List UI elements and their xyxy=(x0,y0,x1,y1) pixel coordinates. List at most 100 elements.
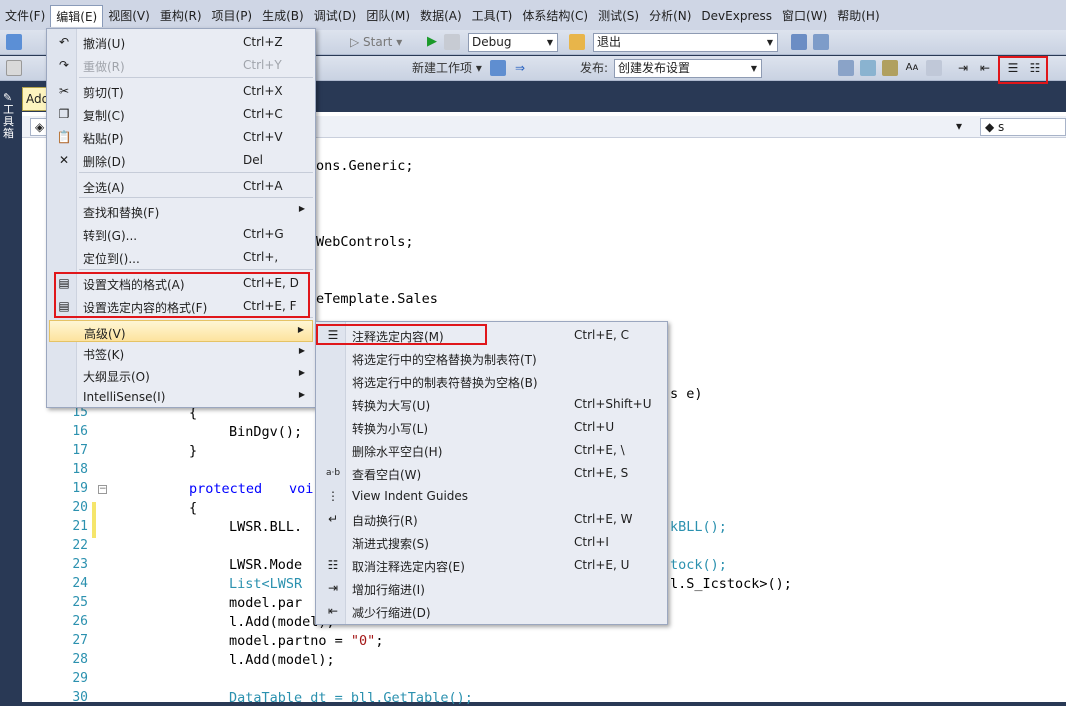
menu-item[interactable]: 高级(V) ▶ xyxy=(49,320,313,342)
menubar-item[interactable]: 工具(T) xyxy=(467,5,518,27)
menu-item-shortcut: Ctrl+V xyxy=(243,130,283,144)
menu-item[interactable]: ↵ 自动换行(R) Ctrl+E, W xyxy=(318,508,665,530)
code-keyword: voi xyxy=(289,481,314,497)
undo-icon: ↶ xyxy=(58,35,70,49)
menubar-item[interactable]: 文件(F) xyxy=(0,5,50,27)
menu-item-label: 复制(C) xyxy=(83,109,125,123)
menu-item[interactable]: ⇥ 增加行缩进(I) xyxy=(318,577,665,599)
toolbar-icon[interactable] xyxy=(882,60,898,76)
menu-item[interactable]: ⋮ View Indent Guides xyxy=(318,485,665,507)
menu-item-label: IntelliSense(I) xyxy=(83,390,166,404)
menu-separator xyxy=(79,269,313,270)
font-icon[interactable]: Aᴀ xyxy=(904,60,920,76)
menu-item[interactable]: 全选(A) Ctrl+A xyxy=(49,175,313,197)
menu-separator xyxy=(79,172,313,173)
menu-item-label: 查找和替换(F) xyxy=(83,206,160,220)
menu-item[interactable]: 大纲显示(O) ▶ xyxy=(49,364,313,386)
decrease-indent-icon[interactable]: ⇤ xyxy=(977,60,993,76)
menubar-item[interactable]: 调试(D) xyxy=(309,5,362,27)
line-number: 26 xyxy=(72,614,88,629)
menubar-item[interactable]: 团队(M) xyxy=(361,5,415,27)
menubar-item[interactable]: 体系结构(C) xyxy=(517,5,593,27)
menubar-item[interactable]: 测试(S) xyxy=(593,5,644,27)
menu-item[interactable]: 删除水平空白(H) Ctrl+E, \ xyxy=(318,439,665,461)
properties-icon[interactable] xyxy=(813,34,829,50)
menu-item[interactable]: 书签(K) ▶ xyxy=(49,342,313,364)
code-line: BinDgv(); xyxy=(229,424,303,440)
menu-item-shortcut: Del xyxy=(243,153,263,167)
toolbar-icon[interactable] xyxy=(860,60,876,76)
menubar-item[interactable]: DevExpress xyxy=(696,5,777,27)
advanced-submenu: ☰ 注释选定内容(M) Ctrl+E, C 将选定行中的空格替换为制表符(T) 将选定行… xyxy=(315,321,668,625)
menubar-item[interactable]: 生成(B) xyxy=(257,5,309,27)
menu-item-label: 删除(D) xyxy=(83,155,126,169)
menubar-item[interactable]: 视图(V) xyxy=(103,5,155,27)
increase-indent-icon[interactable]: ⇥ xyxy=(955,60,971,76)
start-button[interactable]: ▷ Start ▾ xyxy=(350,33,402,51)
menubar-item[interactable]: 窗口(W) xyxy=(777,5,832,27)
code-line: kBLL(); xyxy=(670,519,727,535)
query-icon[interactable] xyxy=(490,60,506,76)
page-icon[interactable] xyxy=(6,60,22,76)
menubar-item[interactable]: 数据(A) xyxy=(415,5,467,27)
menu-item[interactable]: 转到(G)... Ctrl+G xyxy=(49,223,313,245)
publish-select[interactable]: 创建发布设置 ▼ xyxy=(614,59,762,78)
menu-item[interactable]: 定位到()... Ctrl+, xyxy=(49,246,313,268)
menubar-item[interactable]: 编辑(E) xyxy=(50,5,104,27)
menu-item[interactable]: 渐进式搜索(S) Ctrl+I xyxy=(318,531,665,553)
code-line: LWSR.Mode xyxy=(229,557,303,573)
line-number: 29 xyxy=(72,671,88,686)
menu-item-label: 查看空白(W) xyxy=(352,468,422,482)
attach-icon[interactable] xyxy=(444,34,460,50)
menu-item[interactable]: 转换为小写(L) Ctrl+U xyxy=(318,416,665,438)
menubar-item[interactable]: 帮助(H) xyxy=(832,5,884,27)
toolbar-icon[interactable] xyxy=(926,60,942,76)
members-dropdown-arrow[interactable]: ▾ xyxy=(952,118,978,136)
code-line: eTemplate.Sales xyxy=(316,291,438,307)
toolbox-icon[interactable]: ✎ 工具箱 xyxy=(3,92,17,140)
folder-icon[interactable] xyxy=(569,34,585,50)
menubar-item[interactable]: 分析(N) xyxy=(644,5,696,27)
menu-item[interactable]: IntelliSense(I) ▶ xyxy=(49,386,313,408)
menu-item[interactable]: 将选定行中的制表符替换为空格(B) xyxy=(318,370,665,392)
platform-select[interactable]: 退出 ▼ xyxy=(593,33,778,52)
menu-item-label: 将选定行中的空格替换为制表符(T) xyxy=(352,353,537,367)
menu-item[interactable]: ☷ 取消注释选定内容(E) Ctrl+E, U xyxy=(318,554,665,576)
menubar-item[interactable]: 项目(P) xyxy=(207,5,258,27)
menu-item-label: 转换为小写(L) xyxy=(352,422,429,436)
menu-item[interactable]: ↶ 撤消(U) Ctrl+Z xyxy=(49,31,313,53)
menu-item[interactable]: a·b 查看空白(W) Ctrl+E, S xyxy=(318,462,665,484)
code-keyword: protected xyxy=(189,481,263,497)
code-line: model.partno = "0"; xyxy=(229,633,384,649)
solution-explorer-icon[interactable] xyxy=(791,34,807,50)
play-icon[interactable]: ▶ xyxy=(424,34,440,50)
toolbar-icon[interactable] xyxy=(838,60,854,76)
menu-item[interactable]: 查找和替换(F) ▶ xyxy=(49,200,313,222)
menu-item-label: 将选定行中的制表符替换为空格(B) xyxy=(352,376,538,390)
arrow-right-icon[interactable]: ⇒ xyxy=(512,60,528,76)
highlight-box xyxy=(998,56,1048,84)
collapse-icon[interactable]: − xyxy=(98,485,107,494)
menubar-item[interactable]: 重构(R) xyxy=(155,5,207,27)
menu-item-label: 取消注释选定内容(E) xyxy=(352,560,465,574)
code-line: model.par xyxy=(229,595,303,611)
code-line: ons.Generic; xyxy=(316,158,414,174)
menu-item[interactable]: ✕ 删除(D) Del xyxy=(49,149,313,171)
configuration-select[interactable]: Debug ▼ xyxy=(468,33,558,52)
menu-item[interactable]: ❐ 复制(C) Ctrl+C xyxy=(49,103,313,125)
code-line: tock(); xyxy=(670,557,727,573)
menu-item[interactable]: 📋 粘贴(P) Ctrl+V xyxy=(49,126,313,148)
new-project-icon[interactable] xyxy=(6,34,22,50)
code-line: LWSR.BLL. xyxy=(229,519,303,535)
menu-item-label: 剪切(T) xyxy=(83,86,124,100)
menu-item-label: 渐进式搜索(S) xyxy=(352,537,429,551)
new-workitem-button[interactable]: 新建工作项 ▾ xyxy=(412,59,482,77)
menu-item[interactable]: 转换为大写(U) Ctrl+Shift+U xyxy=(318,393,665,415)
menu-item[interactable]: 将选定行中的空格替换为制表符(T) xyxy=(318,347,665,369)
menu-item[interactable]: ✂ 剪切(T) Ctrl+X xyxy=(49,80,313,102)
menu-item-shortcut: Ctrl+X xyxy=(243,84,283,98)
menu-item[interactable]: ↷ 重做(R) Ctrl+Y xyxy=(49,54,313,76)
menu-item[interactable]: ⇤ 减少行缩进(D) xyxy=(318,600,665,622)
members-select[interactable]: ◆ s xyxy=(980,118,1066,136)
line-number: 21 xyxy=(72,519,88,534)
